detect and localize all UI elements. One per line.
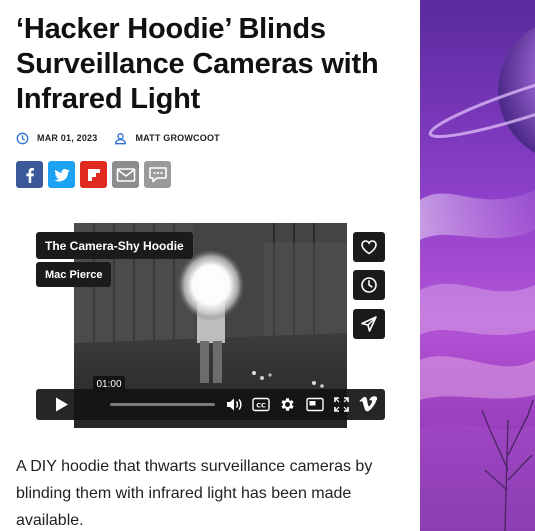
mail-share-button[interactable] bbox=[112, 161, 139, 188]
like-button[interactable] bbox=[353, 232, 385, 262]
vimeo-logo[interactable] bbox=[359, 396, 377, 413]
facebook-icon bbox=[25, 167, 34, 183]
settings-icon[interactable] bbox=[279, 396, 296, 413]
comment-icon bbox=[148, 166, 167, 182]
cc-icon[interactable]: CC bbox=[252, 397, 270, 412]
watch-later-button[interactable] bbox=[353, 270, 385, 300]
article: ‘Hacker Hoodie’ Blinds Surveillance Came… bbox=[0, 0, 420, 531]
share-video-button[interactable] bbox=[353, 309, 385, 339]
twitter-icon bbox=[53, 168, 69, 182]
flipboard-share-button[interactable] bbox=[80, 161, 107, 188]
play-icon[interactable] bbox=[54, 396, 70, 413]
progress-track[interactable] bbox=[110, 403, 215, 406]
flipboard-icon bbox=[87, 168, 100, 181]
twitter-share-button[interactable] bbox=[48, 161, 75, 188]
article-date: MAR 01, 2023 bbox=[37, 133, 98, 143]
player-controls: CC bbox=[36, 389, 385, 420]
volume-icon[interactable] bbox=[225, 396, 243, 413]
fullscreen-icon[interactable] bbox=[333, 396, 350, 413]
comment-share-button[interactable] bbox=[144, 161, 171, 188]
time-tooltip: 01:00 bbox=[93, 376, 125, 392]
article-author[interactable]: MATT GROWCOOT bbox=[135, 133, 219, 143]
clock-icon bbox=[361, 277, 377, 293]
facebook-share-button[interactable] bbox=[16, 161, 43, 188]
sidebar-background-art bbox=[420, 0, 535, 531]
pip-icon[interactable] bbox=[306, 397, 324, 412]
share-bar bbox=[16, 161, 171, 188]
user-icon bbox=[115, 132, 127, 144]
video-player[interactable]: The Camera-Shy Hoodie Mac Pierce CC 01:0… bbox=[36, 223, 385, 428]
planet-illustration bbox=[420, 0, 535, 531]
video-title-badge[interactable]: The Camera-Shy Hoodie bbox=[36, 232, 193, 259]
send-icon bbox=[361, 316, 377, 332]
article-meta: MAR 01, 2023 MATT GROWCOOT bbox=[16, 130, 220, 146]
article-body: A DIY hoodie that thwarts surveillance c… bbox=[16, 458, 373, 529]
heart-icon bbox=[361, 240, 377, 255]
video-author-badge[interactable]: Mac Pierce bbox=[36, 262, 112, 287]
article-title: ‘Hacker Hoodie’ Blinds Surveillance Came… bbox=[16, 13, 379, 115]
svg-text:CC: CC bbox=[256, 402, 266, 410]
clock-icon bbox=[16, 132, 29, 144]
mail-icon bbox=[116, 167, 135, 182]
